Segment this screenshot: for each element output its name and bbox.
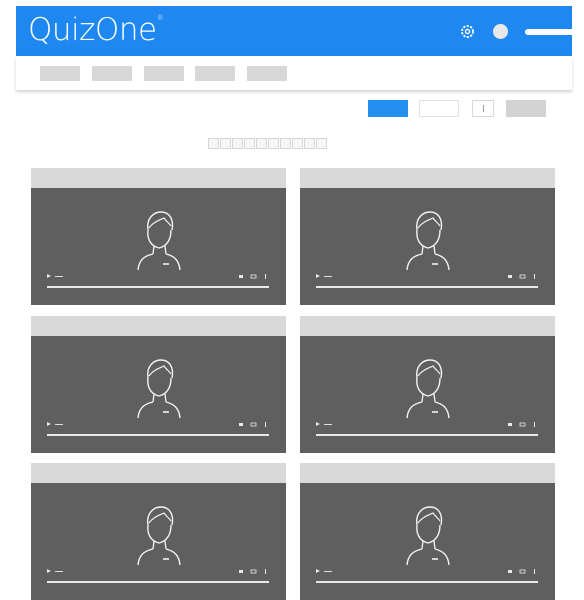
play-icon[interactable] (316, 569, 320, 573)
video-player[interactable] (31, 336, 286, 453)
video-player[interactable] (300, 188, 555, 305)
card-title-bar (300, 463, 555, 483)
seek-bar[interactable] (47, 581, 269, 583)
video-card-5[interactable] (31, 463, 286, 600)
gray-button[interactable] (506, 100, 546, 117)
sub-navigation (16, 56, 572, 90)
person-outline-icon (137, 506, 181, 566)
page-button-1[interactable] (208, 138, 219, 149)
player-controls-icon[interactable] (239, 569, 269, 574)
card-title-bar (31, 463, 286, 483)
seek-bar[interactable] (47, 434, 269, 436)
page-button-2[interactable] (220, 138, 231, 149)
time-readout-bar (324, 276, 332, 277)
play-icon[interactable] (47, 274, 51, 278)
video-player[interactable] (31, 188, 286, 305)
person-outline-icon (137, 211, 181, 271)
video-card-1[interactable] (31, 168, 286, 305)
seek-bar[interactable] (47, 286, 269, 288)
video-player[interactable] (300, 336, 555, 453)
nav-tab-1[interactable] (40, 66, 80, 81)
seek-bar[interactable] (316, 581, 538, 583)
player-controls-icon[interactable] (508, 274, 538, 279)
seek-bar[interactable] (316, 286, 538, 288)
small-toggle[interactable] (472, 100, 494, 117)
play-icon[interactable] (316, 274, 320, 278)
person-outline-icon (406, 211, 450, 271)
video-player[interactable] (300, 483, 555, 600)
page-button-5[interactable] (256, 138, 267, 149)
nav-tab-4[interactable] (195, 66, 235, 81)
page-button-9[interactable] (304, 138, 315, 149)
hamburger-bar-icon[interactable] (525, 29, 576, 35)
play-icon[interactable] (47, 569, 51, 573)
page-button-7[interactable] (280, 138, 291, 149)
page-button-8[interactable] (292, 138, 303, 149)
player-controls-icon[interactable] (239, 274, 269, 279)
nav-tab-2[interactable] (92, 66, 132, 81)
player-controls-icon[interactable] (508, 422, 538, 427)
outline-button[interactable] (419, 100, 459, 117)
card-title-bar (31, 316, 286, 336)
person-outline-icon (406, 359, 450, 419)
video-player[interactable] (31, 483, 286, 600)
pagination (208, 138, 327, 150)
play-icon[interactable] (47, 422, 51, 426)
app-logo[interactable]: QuizOne® (28, 12, 164, 48)
time-readout-bar (55, 571, 63, 572)
time-readout-bar (55, 424, 63, 425)
play-icon[interactable] (316, 422, 320, 426)
page-button-4[interactable] (244, 138, 255, 149)
video-card-3[interactable] (31, 316, 286, 453)
card-title-bar (300, 168, 555, 188)
player-controls-icon[interactable] (239, 422, 269, 427)
divider-mark (482, 105, 484, 112)
logo-registered-mark: ® (156, 14, 164, 22)
time-readout-bar (324, 424, 332, 425)
time-readout-bar (55, 276, 63, 277)
seek-bar[interactable] (316, 434, 538, 436)
card-title-bar (31, 168, 286, 188)
app-header: QuizOne® (16, 6, 576, 56)
video-card-2[interactable] (300, 168, 555, 305)
player-controls-icon[interactable] (508, 569, 538, 574)
time-readout-bar (324, 571, 332, 572)
nav-tab-5[interactable] (247, 66, 287, 81)
primary-button[interactable] (368, 100, 408, 117)
video-card-6[interactable] (300, 463, 555, 600)
logo-text: QuizOne (28, 12, 157, 48)
page-button-10[interactable] (316, 138, 327, 149)
card-title-bar (300, 316, 555, 336)
person-outline-icon (137, 359, 181, 419)
page-button-3[interactable] (232, 138, 243, 149)
person-outline-icon (406, 506, 450, 566)
page-button-6[interactable] (268, 138, 279, 149)
gear-icon[interactable] (459, 23, 476, 40)
nav-tab-3[interactable] (144, 66, 184, 81)
video-card-4[interactable] (300, 316, 555, 453)
avatar[interactable] (493, 24, 508, 39)
